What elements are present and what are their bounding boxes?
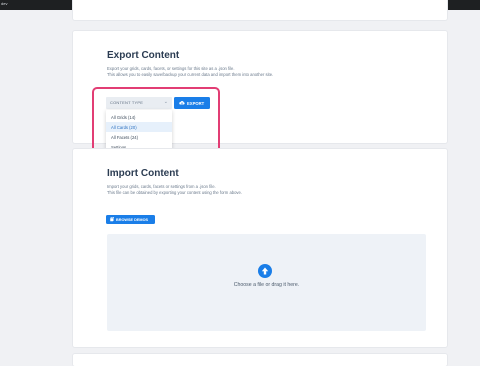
export-description-line2: This allows you to easily save/backup yo… <box>107 72 274 77</box>
browse-demos-button[interactable]: BROWSE DEMOS <box>106 215 155 224</box>
previous-section-card <box>73 0 447 20</box>
file-dropzone[interactable]: Choose a file or drag it here. <box>107 234 426 331</box>
dropzone-text: Choose a file or drag it here. <box>233 282 300 288</box>
copy-icon <box>110 217 114 222</box>
import-section: Import Content Import your grids, cards,… <box>73 149 447 347</box>
cloud-upload-icon <box>258 264 272 278</box>
export-title: Export Content <box>107 50 180 61</box>
window-title: dev <box>1 1 8 6</box>
import-description-line2: This file can be obtained by exporting y… <box>107 190 243 195</box>
import-title: Import Content <box>107 168 179 179</box>
browse-demos-label: BROWSE DEMOS <box>116 217 149 222</box>
next-section-card <box>73 354 447 366</box>
